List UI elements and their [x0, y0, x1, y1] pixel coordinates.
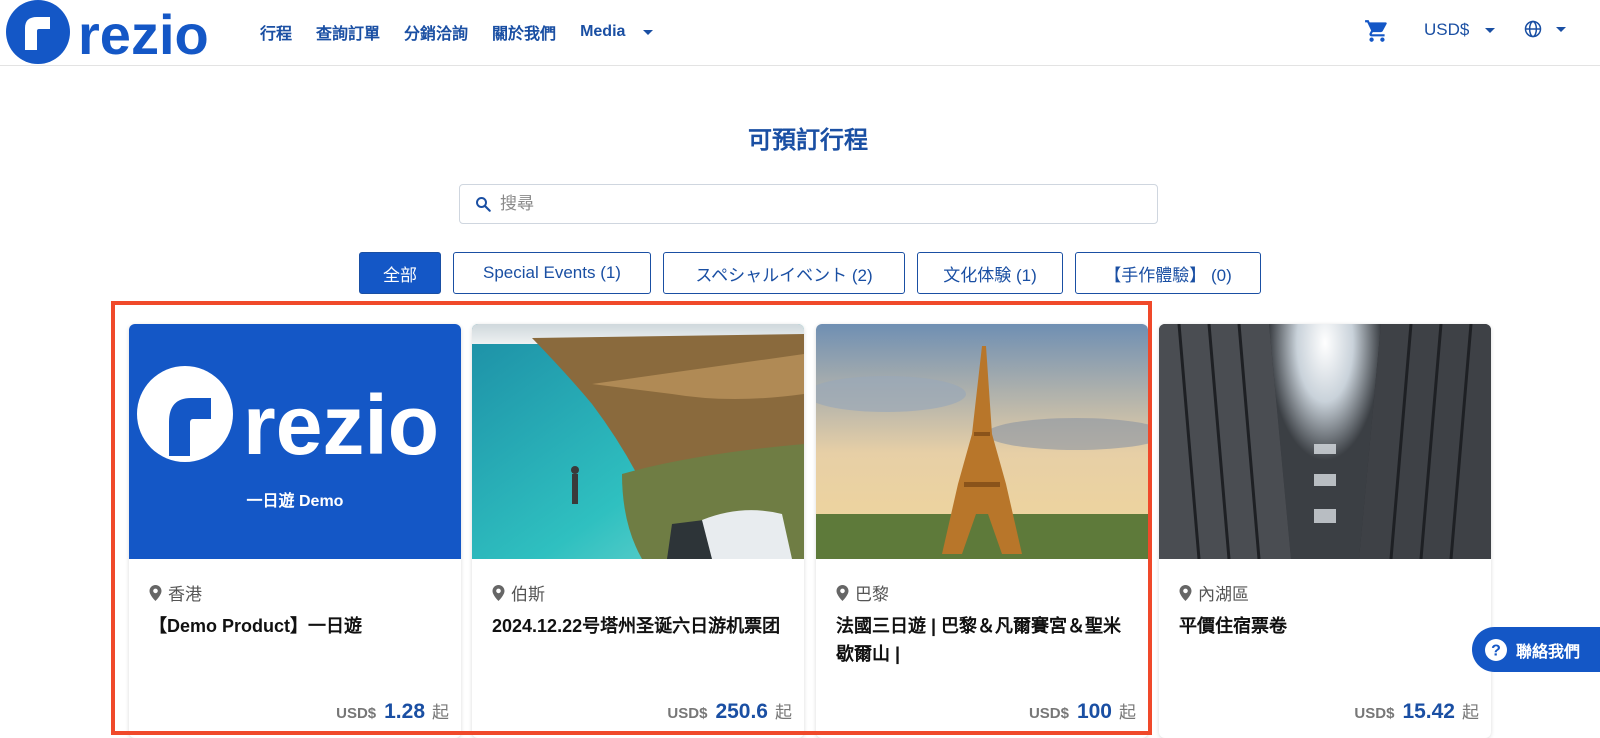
contact-us-label: 聯絡我們: [1516, 643, 1581, 661]
nav-media-label: Media: [580, 23, 626, 40]
tab-all[interactable]: 全部: [359, 252, 441, 294]
chevron-down-icon: [1485, 27, 1496, 33]
search-box: [459, 184, 1158, 224]
currency-label: USD$: [1424, 20, 1470, 39]
header: rezio 行程 查詢訂單 分銷洽詢 關於我們 Media USD$: [0, 0, 1600, 66]
tab-special-events[interactable]: Special Events (1): [453, 252, 651, 294]
card-price: USD$ 15.42 起: [1354, 698, 1479, 724]
svg-text:rezio: rezio: [78, 3, 209, 64]
highlight-frame: [111, 301, 1152, 735]
card-location: 內湖區: [1179, 580, 1249, 605]
location-pin-icon: [1179, 584, 1192, 601]
svg-text:?: ?: [1491, 642, 1501, 659]
search-icon: [476, 197, 491, 212]
rezio-logo[interactable]: rezio: [6, 0, 224, 64]
search-input[interactable]: [500, 194, 1140, 214]
card-location-label: 內湖區: [1198, 585, 1249, 604]
page: rezio 行程 查詢訂單 分銷洽詢 關於我們 Media USD$ 可預訂行程…: [0, 0, 1600, 738]
nav-item-about[interactable]: 關於我們: [492, 20, 556, 44]
tab-culture[interactable]: 文化体験 (1): [917, 252, 1063, 294]
nav-item-tours[interactable]: 行程: [260, 20, 292, 44]
card-image: [1159, 324, 1491, 559]
contact-us-button[interactable]: ? 聯絡我們: [1472, 627, 1600, 672]
price-suffix: 起: [1462, 703, 1479, 722]
language-selector[interactable]: [1524, 20, 1566, 38]
main-nav: 行程 查詢訂單 分銷洽詢 關於我們 Media: [260, 20, 677, 44]
globe-icon: [1524, 20, 1542, 38]
nav-item-distribution[interactable]: 分銷洽詢: [404, 20, 468, 44]
nav-item-media[interactable]: Media: [580, 20, 654, 44]
chevron-down-icon: [1556, 26, 1566, 32]
chevron-down-icon: [643, 29, 654, 35]
price-currency: USD$: [1354, 705, 1395, 722]
card-title: 平價住宿票卷: [1179, 616, 1287, 636]
cart-icon[interactable]: [1364, 18, 1390, 44]
category-tabs: 全部 Special Events (1) スペシャルイベント (2) 文化体験…: [359, 252, 1273, 294]
help-icon: ?: [1485, 638, 1507, 661]
page-title: 可預訂行程: [748, 127, 868, 154]
nav-item-order-lookup[interactable]: 查詢訂單: [316, 20, 380, 44]
price-amount: 15.42: [1402, 700, 1455, 723]
product-card[interactable]: 內湖區 平價住宿票卷 USD$ 15.42 起: [1159, 324, 1491, 738]
tab-special-event-jp[interactable]: スペシャルイベント (2): [663, 252, 905, 294]
tab-handmade[interactable]: 【手作體驗】 (0): [1075, 252, 1261, 294]
currency-selector[interactable]: USD$: [1424, 20, 1496, 40]
